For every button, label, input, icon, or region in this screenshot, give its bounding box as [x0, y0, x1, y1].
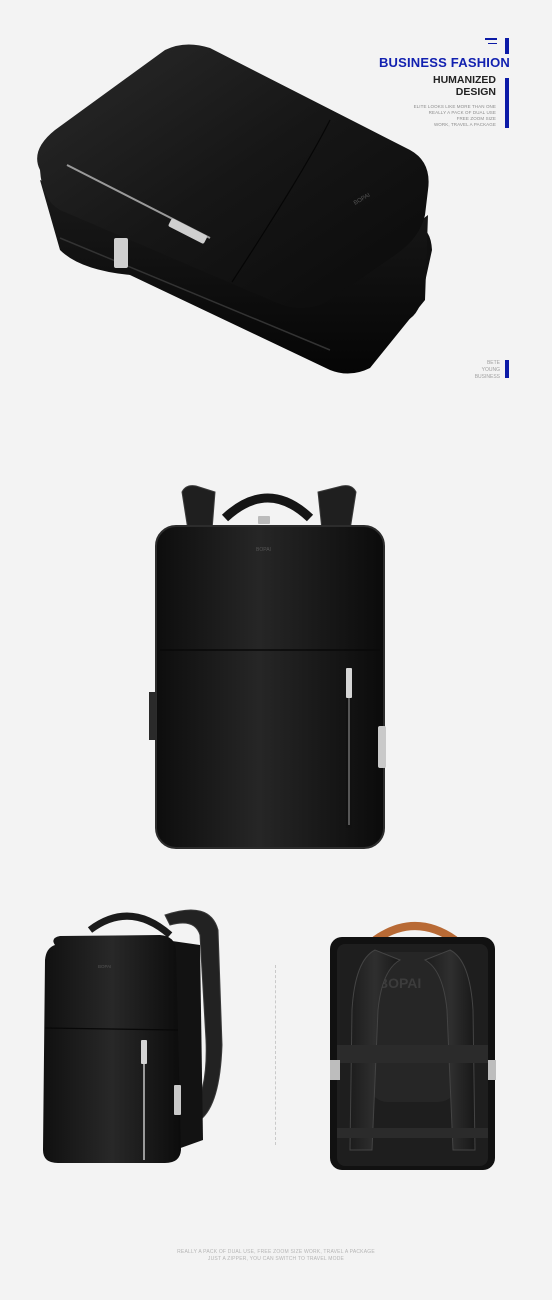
backpack-front-view-image: BOPAI [149, 485, 386, 849]
mid-note-line: YOUNG [481, 367, 500, 373]
footer-text: REALLY A PACK OF DUAL USE, FREE ZOOM SIZ… [0, 1249, 552, 1263]
backpack-side-view-image: BOPAI [43, 909, 223, 1163]
footer-line1: REALLY A PACK OF DUAL USE, FREE ZOOM SIZ… [177, 1249, 375, 1255]
mid-note-text: BETE YOUNG BUSINESS [440, 360, 500, 381]
footer-line2: JUST A ZIPPER, YOU CAN SWITCH TO TRAVEL … [207, 1256, 345, 1262]
mid-note-line: BUSINESS [474, 374, 500, 380]
backpack-rear-view-image: BOPAI [330, 922, 496, 1170]
mid-note-line: BETE [486, 360, 500, 366]
svg-text:BOPAI: BOPAI [98, 964, 111, 969]
svg-text:BOPAI: BOPAI [256, 547, 271, 553]
backpack-top-view-image: BOPAI [37, 44, 432, 374]
mid-vertical-bar [505, 360, 509, 378]
